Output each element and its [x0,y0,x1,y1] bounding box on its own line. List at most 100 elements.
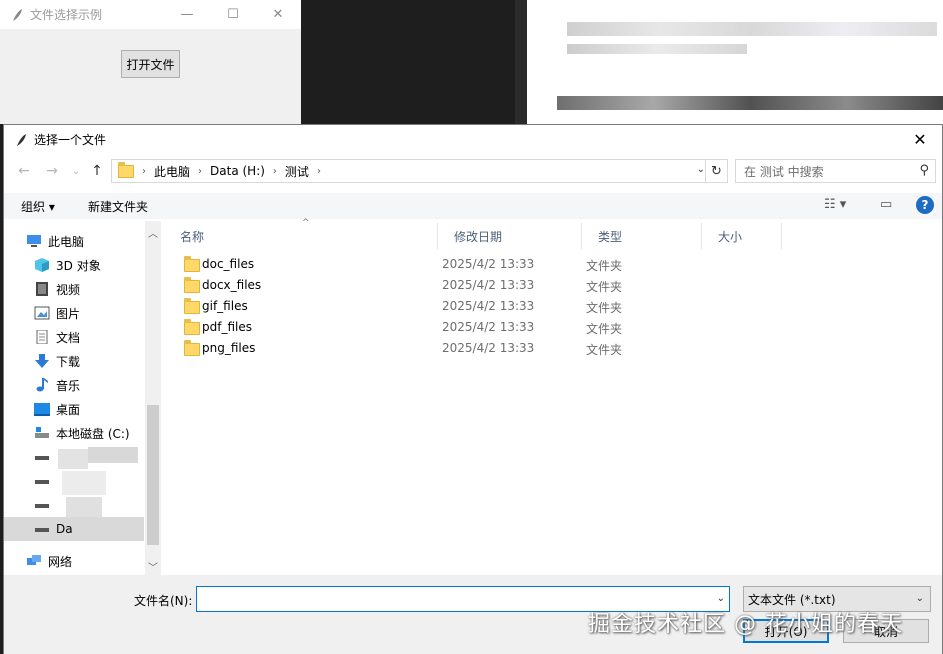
filter-label: 文本文件 (*.txt) [748,592,836,607]
file-name: pdf_files [202,320,252,334]
chevron-down-icon[interactable]: ⌄ [717,593,725,604]
scrollbar-thumb[interactable] [147,405,159,545]
blurred-text [567,22,937,36]
file-list-header: ^ 名称 修改日期 类型 大小 [164,218,942,249]
file-open-dialog: 选择一个文件 ✕ ← → ⌄ ↑ › 此电脑 › Data (H:) › 测试 … [3,124,943,654]
nav-item-label: 此电脑 [48,234,85,249]
redaction [88,447,138,463]
file-row[interactable]: pdf_files 2025/4/2 13:33 文件夹 [164,317,942,338]
nav-item-data-drive[interactable]: Da [4,517,144,541]
organize-menu[interactable]: 组织 ▾ [21,198,55,215]
nav-item-label: 网络 [48,554,73,569]
maximize-button[interactable]: ☐ [210,0,256,29]
file-row[interactable]: png_files 2025/4/2 13:33 文件夹 [164,338,942,359]
nav-item-label: 本地磁盘 (C:) [56,426,130,441]
nav-item-label: Da [56,522,73,536]
filename-label: 文件名(N): [134,594,193,608]
feather-icon [17,133,26,146]
editor-gutter [515,0,527,124]
file-row[interactable]: gif_files 2025/4/2 13:33 文件夹 [164,296,942,317]
navigation-pane: 此电脑 3D 对象 视频 图片 文档 下载 音乐 桌面 本地磁盘 (C:) Da… [4,221,161,575]
nav-item-label: 下载 [56,354,81,369]
drive-icon [35,528,49,532]
breadcrumb-item[interactable]: 测试 [285,163,309,180]
file-date: 2025/4/2 13:33 [442,341,535,355]
file-date: 2025/4/2 13:33 [442,278,535,292]
folder-icon [184,298,200,314]
file-date: 2025/4/2 13:33 [442,320,535,334]
desktop-icon [34,403,50,416]
nav-item-label: 视频 [56,282,81,297]
preview-pane-icon[interactable]: ▭ [880,197,892,212]
chevron-down-icon: ⌄ [915,593,924,604]
network-icon [27,555,41,565]
cube-icon [35,258,49,272]
nav-item-label: 音乐 [56,378,81,393]
file-name: doc_files [202,257,255,271]
file-type: 文件夹 [586,343,623,357]
column-header-type[interactable]: 类型 [582,223,702,249]
nav-item-label: 图片 [56,306,81,321]
search-placeholder: 在 测试 中搜索 [744,164,824,179]
nav-item-label: 文档 [56,330,81,345]
drive-icon [35,456,49,460]
document-icon [36,330,48,344]
new-folder-button[interactable]: 新建文件夹 [88,198,148,215]
recent-locations-button[interactable]: ⌄ [66,161,86,181]
chevron-right-icon: › [272,165,277,177]
file-name: png_files [202,341,256,355]
file-row[interactable]: docx_files 2025/4/2 13:33 文件夹 [164,275,942,296]
blurred-text [567,44,747,54]
folder-icon [118,161,134,178]
folder-icon [184,256,200,272]
search-input[interactable]: 在 测试 中搜索 ⚲ [735,159,936,183]
chevron-down-icon[interactable]: ﹀ [148,559,158,574]
computer-icon [27,235,41,247]
refresh-icon[interactable]: ↻ [705,160,727,182]
file-type: 文件夹 [586,322,623,336]
background-window: 文件选择示例 — ☐ ✕ 打开文件 [0,0,301,124]
drive-icon [35,427,49,438]
help-icon[interactable]: ? [916,196,934,214]
open-file-button[interactable]: 打开文件 [121,50,180,78]
folder-icon [184,340,200,356]
chevron-down-icon[interactable]: ⌄ [697,164,705,175]
view-options-icon[interactable]: ☷ ▾ [824,197,846,212]
nav-pane-scrollbar[interactable]: ︿ ﹀ [145,221,161,575]
minimize-button[interactable]: — [164,0,210,29]
column-header-size[interactable]: 大小 [702,223,782,249]
chevron-right-icon: › [198,165,203,177]
redaction [58,449,88,469]
back-button[interactable]: ← [14,161,34,181]
close-button[interactable]: ✕ [255,0,301,29]
background-blurred-area [527,0,943,124]
chevron-up-icon[interactable]: ︿ [148,225,158,240]
breadcrumb-item[interactable]: 此电脑 [154,163,190,180]
file-row[interactable]: doc_files 2025/4/2 13:33 文件夹 [164,254,942,275]
blurred-text [557,96,943,110]
drive-icon [35,504,49,508]
address-row: ← → ⌄ ↑ › 此电脑 › Data (H:) › 测试 › ⌄ ↻ 在 测… [4,158,942,184]
dialog-titlebar: 选择一个文件 [4,125,942,154]
folder-icon [184,319,200,335]
music-icon [36,378,48,392]
redaction [62,471,106,495]
file-date: 2025/4/2 13:33 [442,257,535,271]
background-window-title: 文件选择示例 [30,8,103,22]
folder-icon [184,277,200,293]
column-header-date[interactable]: 修改日期 [438,223,582,249]
chevron-right-icon: › [316,165,321,177]
column-header-name[interactable]: 名称 [164,223,438,249]
dialog-title: 选择一个文件 [34,133,107,147]
dialog-close-button[interactable]: ✕ [898,125,942,154]
up-button[interactable]: ↑ [87,161,107,181]
file-type: 文件夹 [586,259,623,273]
file-date: 2025/4/2 13:33 [442,299,535,313]
forward-button[interactable]: → [42,161,62,181]
address-bar[interactable]: › 此电脑 › Data (H:) › 测试 › ⌄ ↻ [111,159,728,183]
nav-item-label: 桌面 [56,402,81,417]
background-window-titlebar: 文件选择示例 — ☐ ✕ [0,0,301,29]
breadcrumb-item[interactable]: Data (H:) [210,164,265,178]
file-name: docx_files [202,278,262,292]
watermark: 掘金技术社区 @ 花小姐的春天 [588,612,903,637]
